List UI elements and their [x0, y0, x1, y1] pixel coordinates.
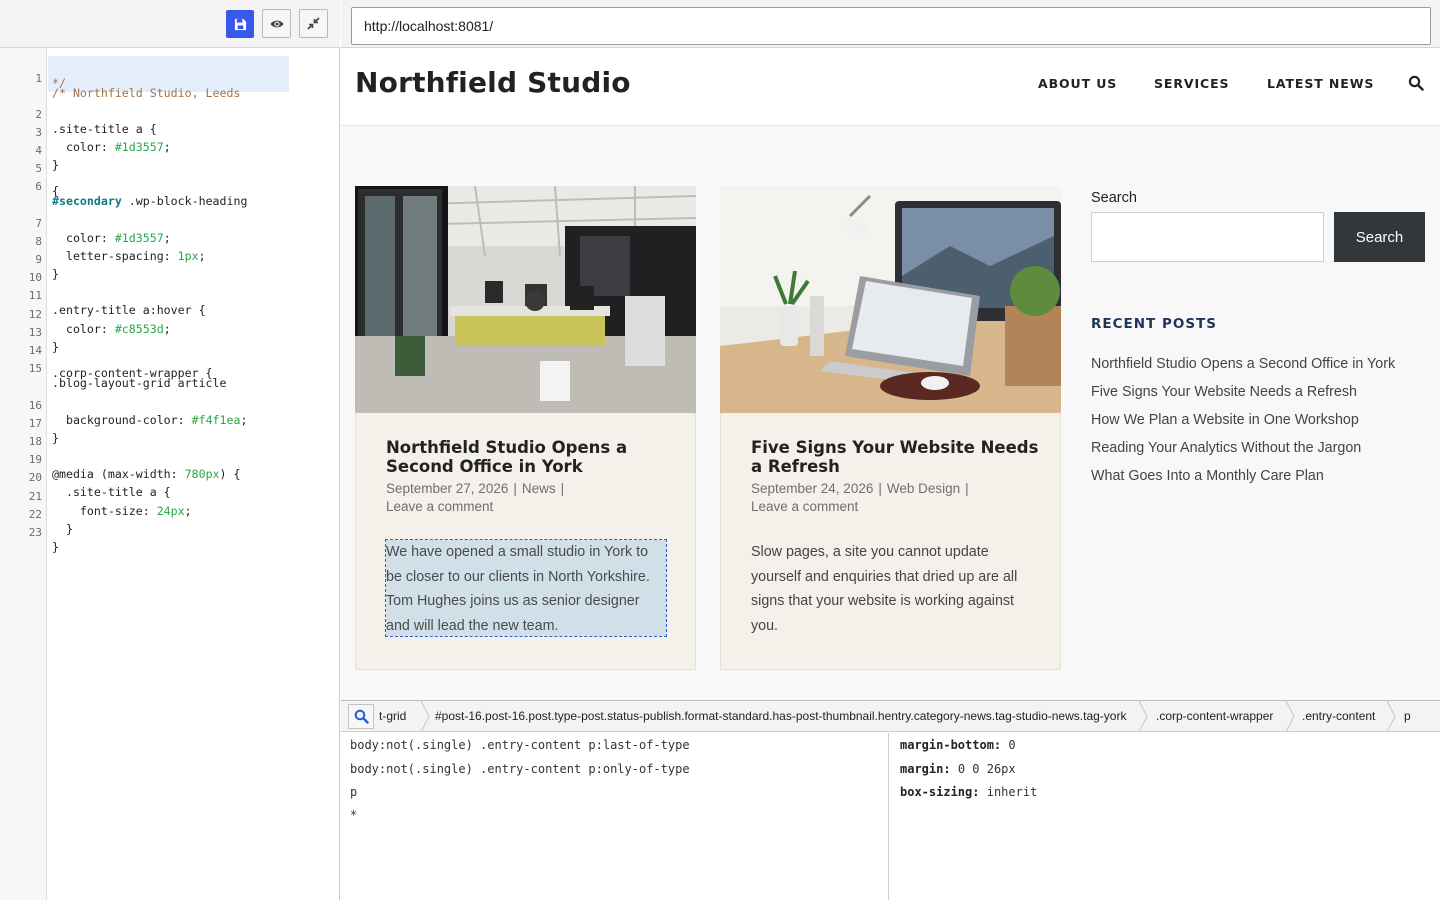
code-text: {	[52, 184, 59, 198]
breadcrumb-item[interactable]: p	[1404, 701, 1411, 731]
search-label: Search	[1091, 190, 1137, 206]
line-number: 1	[35, 72, 42, 85]
post-card: Five Signs Your Website Needs a Refresh …	[720, 186, 1061, 670]
comment-link[interactable]: Leave a comment	[751, 499, 858, 514]
property-value: 0	[1008, 738, 1016, 752]
recent-post-link[interactable]: Five Signs Your Website Needs a Refresh	[1091, 384, 1357, 400]
chevron-right-icon	[420, 701, 430, 731]
selector-list: body:not(.single) .entry-content p:last-…	[341, 733, 889, 900]
element-inspector: t-grid #post-16.post-16.post.type-post.s…	[341, 700, 1440, 900]
chevron-right-icon	[1386, 701, 1396, 731]
sidebar-search-input[interactable]	[1091, 212, 1324, 262]
css-property[interactable]: margin-bottom: 0	[900, 738, 1016, 752]
breadcrumb-item[interactable]: .entry-content	[1302, 701, 1375, 731]
sidebar-search-button[interactable]: Search	[1334, 212, 1425, 262]
site-preview: Northfield Studio ABOUT US SERVICES LATE…	[341, 48, 1440, 700]
post-meta: September 24, 2026 | Web Design | Leave a c…	[751, 481, 969, 514]
property-name: margin-bottom	[900, 738, 994, 752]
site-header: Northfield Studio ABOUT US SERVICES LATE…	[341, 48, 1440, 126]
editor-toolbar	[0, 0, 340, 48]
url-input[interactable]: http://localhost:8081/	[351, 7, 1431, 45]
property-name: margin	[900, 762, 944, 776]
preview-pane: http://localhost:8081/ Northfield Studio…	[341, 0, 1440, 900]
post-title[interactable]: Northfield Studio Opens a Second Office …	[386, 438, 676, 476]
post-excerpt: Slow pages, a site you cannot update you…	[751, 544, 1018, 634]
post-date[interactable]: September 27, 2026	[386, 481, 508, 496]
line-number: 6	[35, 180, 42, 193]
eye-icon	[270, 20, 283, 27]
open-plan-office-photo	[355, 186, 696, 413]
line-number: 23	[28, 526, 42, 539]
post-card: Northfield Studio Opens a Second Office …	[355, 186, 696, 670]
post-category[interactable]: Web Design	[887, 481, 960, 496]
recent-post-link[interactable]: Reading Your Analytics Without the Jargo…	[1091, 440, 1361, 456]
css-editor-pane: 1 /* Northfield Studio, Leeds */ 2 .site…	[0, 0, 340, 900]
selector-item[interactable]: body:not(.single) .entry-content p:last-…	[350, 738, 690, 752]
collapse-icon	[307, 17, 320, 30]
magnifier-icon	[354, 709, 369, 724]
nav-item-about-us[interactable]: ABOUT US	[1038, 76, 1117, 91]
nav-item-services[interactable]: SERVICES	[1154, 76, 1229, 91]
address-toolbar: http://localhost:8081/	[341, 0, 1440, 48]
post-excerpt-selected[interactable]: We have opened a small studio in York to…	[385, 539, 667, 637]
selector-item[interactable]: p	[350, 785, 357, 799]
breadcrumb-item[interactable]: .corp-content-wrapper	[1156, 701, 1273, 731]
line-number: 15	[28, 362, 42, 375]
property-list: margin-bottom: 0 margin: 0 0 26px box-si…	[890, 733, 1440, 900]
chevron-right-icon	[1285, 701, 1295, 731]
recent-post-link[interactable]: How We Plan a Website in One Workshop	[1091, 412, 1359, 428]
css-property[interactable]: box-sizing: inherit	[900, 785, 1037, 799]
post-title[interactable]: Five Signs Your Website Needs a Refresh	[751, 438, 1041, 476]
property-value: 0 0 26px	[957, 762, 1016, 776]
post-date[interactable]: September 24, 2026	[751, 481, 873, 496]
post-thumbnail-office[interactable]	[355, 186, 696, 413]
nav-item-latest-news[interactable]: LATEST NEWS	[1267, 76, 1374, 91]
breadcrumb-item[interactable]: #post-16.post-16.post.type-post.status-p…	[435, 701, 1126, 731]
site-title[interactable]: Northfield Studio	[355, 66, 631, 99]
collapse-button[interactable]	[299, 9, 328, 38]
post-category[interactable]: News	[522, 481, 556, 496]
preview-toggle-button[interactable]	[262, 9, 291, 38]
selector-item[interactable]: body:not(.single) .entry-content p:only-…	[350, 762, 690, 776]
app-window: 1 /* Northfield Studio, Leeds */ 2 .site…	[0, 0, 1440, 900]
save-icon	[234, 18, 246, 30]
search-icon[interactable]	[1408, 75, 1424, 91]
code-editor[interactable]: 1 /* Northfield Studio, Leeds */ 2 .site…	[0, 48, 339, 900]
code-text: .corp-content-wrapper {	[52, 366, 213, 380]
recent-post-link[interactable]: What Goes Into a Monthly Care Plan	[1091, 468, 1324, 484]
inspect-element-button[interactable]	[348, 704, 374, 729]
code-text: */	[52, 76, 66, 90]
recent-post-link[interactable]: Northfield Studio Opens a Second Office …	[1091, 356, 1395, 372]
code-text: }	[52, 540, 59, 554]
breadcrumb: t-grid #post-16.post-16.post.type-post.s…	[341, 701, 1440, 732]
selector-item[interactable]: *	[350, 808, 357, 822]
desk-laptop-photo	[720, 186, 1061, 413]
post-thumbnail-desk[interactable]	[720, 186, 1061, 413]
property-value: inherit	[986, 785, 1038, 799]
code-line: 23 }	[0, 512, 339, 568]
comment-link[interactable]: Leave a comment	[386, 499, 493, 514]
recent-posts-heading: RECENT POSTS	[1091, 316, 1217, 332]
breadcrumb-item[interactable]: t-grid	[379, 701, 406, 731]
chevron-right-icon	[1138, 701, 1148, 731]
property-name: box-sizing	[900, 785, 973, 799]
css-property[interactable]: margin: 0 0 26px	[900, 762, 1016, 776]
save-button[interactable]	[226, 10, 254, 38]
post-meta: September 27, 2026 | News | Leave a comment	[386, 481, 565, 514]
